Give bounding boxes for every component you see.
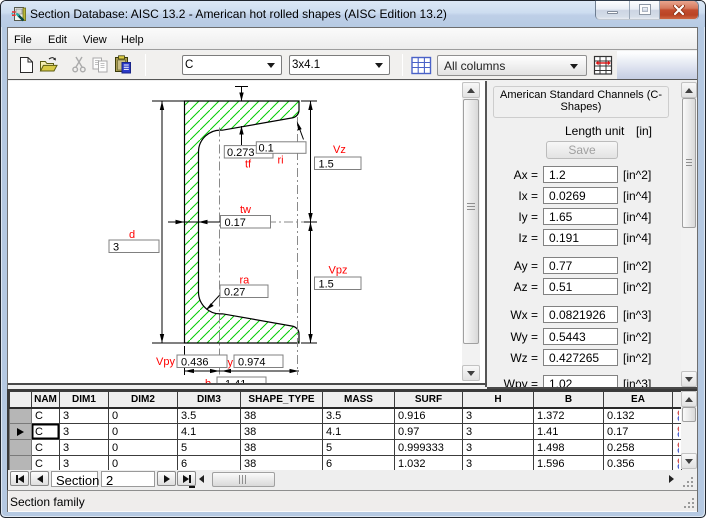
svg-text:0.273: 0.273 [227, 147, 255, 159]
svg-text:Vpy: Vpy [156, 356, 175, 368]
svg-text:0.1: 0.1 [259, 142, 274, 154]
svg-text:tf: tf [245, 159, 252, 171]
svg-text:0.17: 0.17 [225, 217, 246, 229]
svg-text:1.5: 1.5 [319, 279, 334, 291]
svg-text:Vz: Vz [333, 144, 346, 156]
svg-text:ra: ra [240, 275, 251, 287]
svg-text:0.27: 0.27 [224, 287, 245, 299]
svg-text:ri: ri [278, 155, 284, 167]
svg-text:y: y [228, 357, 234, 369]
svg-text:d: d [129, 229, 135, 241]
svg-text:0.436: 0.436 [181, 357, 209, 369]
svg-text:1.5: 1.5 [319, 159, 334, 171]
svg-text:tw: tw [240, 204, 251, 216]
svg-text:3: 3 [113, 242, 119, 254]
svg-text:0.974: 0.974 [238, 357, 266, 369]
svg-text:Vpz: Vpz [329, 265, 348, 277]
